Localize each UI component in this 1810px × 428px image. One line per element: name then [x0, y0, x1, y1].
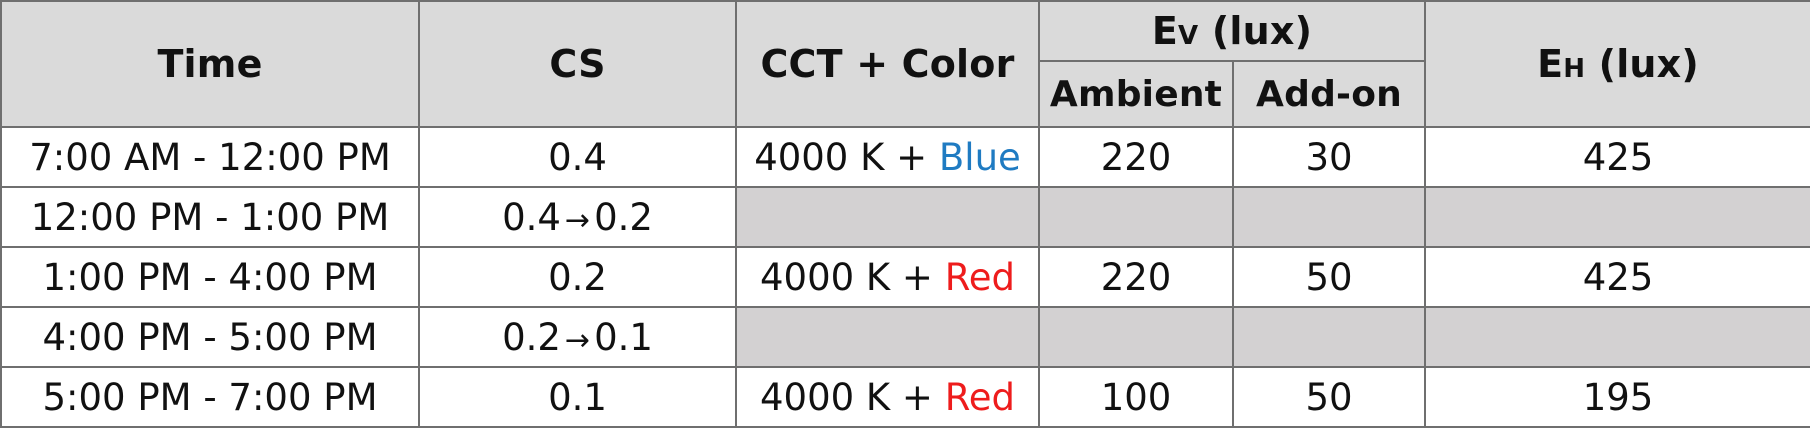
table-header: Time CS CCT + Color EV (lux) EH (lux) Am…	[0, 0, 1810, 128]
header-ev-group: EV (lux)	[1037, 0, 1427, 62]
cell-cct-color: 4000 K + Blue	[735, 126, 1040, 188]
cell-cs: 0.2	[418, 246, 737, 308]
ev-symbol: E	[1151, 9, 1179, 53]
color-value: Red	[944, 375, 1015, 419]
cell-time: 4:00 PM - 5:00 PM	[0, 306, 420, 368]
cell-ev-addon	[1231, 306, 1427, 368]
table-body: 7:00 AM - 12:00 PM 0.4 4000 K + Blue 220 30 4…	[0, 126, 1810, 428]
cell-time: 12:00 PM - 1:00 PM	[0, 186, 420, 248]
cell-ev-addon: 50	[1231, 246, 1427, 308]
header-cs: CS	[418, 0, 737, 128]
cell-cct-color	[735, 306, 1040, 368]
cs-value-from: 0.2	[548, 255, 607, 299]
table-row: 4:00 PM - 5:00 PM 0.2 → 0.1	[0, 306, 1810, 368]
ev-unit: (lux)	[1211, 9, 1313, 53]
cell-ev-addon	[1231, 186, 1427, 248]
cell-cs: 0.1	[418, 366, 737, 428]
header-eh: EH (lux)	[1424, 0, 1810, 128]
ev-subscript: V	[1178, 21, 1199, 51]
cell-time: 5:00 PM - 7:00 PM	[0, 366, 420, 428]
arrow-right-icon: →	[564, 202, 591, 238]
table-row: 1:00 PM - 4:00 PM 0.2 4000 K + Red 220 50 425	[0, 246, 1810, 308]
cell-ev-addon: 30	[1231, 126, 1427, 188]
cs-value-to: 0.2	[594, 195, 653, 239]
cs-value-from: 0.2	[502, 315, 561, 359]
cs-value-from: 0.4	[548, 135, 607, 179]
cell-eh	[1424, 186, 1810, 248]
header-ev-addon: Add-on	[1231, 60, 1427, 128]
cell-eh: 425	[1424, 126, 1810, 188]
eh-symbol: E	[1537, 42, 1564, 86]
color-value: Red	[944, 255, 1015, 299]
cell-ev-addon: 50	[1231, 366, 1427, 428]
cell-cct-color: 4000 K + Red	[735, 246, 1040, 308]
cell-ev-ambient: 100	[1038, 366, 1234, 428]
cs-value-from: 0.4	[502, 195, 561, 239]
header-ev-ambient: Ambient	[1038, 60, 1234, 128]
cell-cct-color	[735, 186, 1040, 248]
cell-cct-color: 4000 K + Red	[735, 366, 1040, 428]
cct-value: 4000 K +	[759, 255, 933, 299]
cell-ev-ambient	[1038, 306, 1234, 368]
cell-cs: 0.4 → 0.2	[418, 186, 737, 248]
cell-ev-ambient	[1038, 186, 1234, 248]
table-row: 12:00 PM - 1:00 PM 0.4 → 0.2	[0, 186, 1810, 248]
cell-cs: 0.4	[418, 126, 737, 188]
cell-ev-ambient: 220	[1038, 126, 1234, 188]
cs-value-from: 0.1	[548, 375, 607, 419]
arrow-right-icon: →	[564, 322, 591, 358]
cell-eh: 425	[1424, 246, 1810, 308]
cell-ev-ambient: 220	[1038, 246, 1234, 308]
cell-time: 7:00 AM - 12:00 PM	[0, 126, 420, 188]
eh-unit: (lux)	[1598, 42, 1699, 86]
table-row: 7:00 AM - 12:00 PM 0.4 4000 K + Blue 220 30 4…	[0, 126, 1810, 188]
cct-value: 4000 K +	[759, 375, 933, 419]
lighting-schedule-table: Time CS CCT + Color EV (lux) EH (lux) Am…	[0, 0, 1810, 428]
table-row: 5:00 PM - 7:00 PM 0.1 4000 K + Red 100 50 195	[0, 366, 1810, 428]
cell-time: 1:00 PM - 4:00 PM	[0, 246, 420, 308]
header-row-top: Time CS CCT + Color EV (lux) EH (lux)	[0, 0, 1810, 128]
color-value: Blue	[938, 135, 1021, 179]
cell-eh: 195	[1424, 366, 1810, 428]
eh-subscript: H	[1563, 54, 1586, 84]
cs-value-to: 0.1	[594, 315, 653, 359]
cell-cs: 0.2 → 0.1	[418, 306, 737, 368]
cell-eh	[1424, 306, 1810, 368]
header-cct-color: CCT + Color	[735, 0, 1040, 128]
cct-value: 4000 K +	[754, 135, 928, 179]
header-time: Time	[0, 0, 420, 128]
